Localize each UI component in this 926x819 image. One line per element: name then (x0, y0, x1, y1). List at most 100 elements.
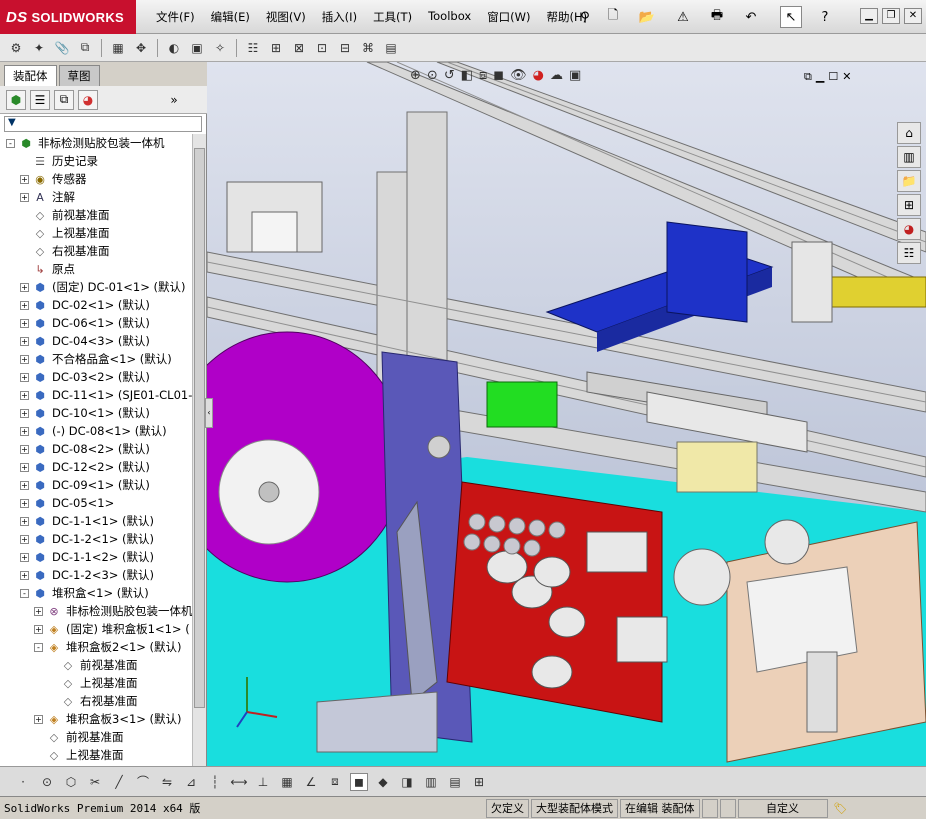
tree-expander-icon[interactable]: + (20, 408, 29, 418)
tree-expander-icon[interactable]: + (20, 318, 29, 328)
tree-item[interactable]: ◇ 上视基准面 (48, 674, 138, 692)
tree-item[interactable]: ◇ 前视基准面 (20, 206, 110, 224)
menu-file[interactable]: 文件(F) (148, 8, 203, 26)
smart-fasteners-icon[interactable]: ⧉ (75, 38, 95, 58)
section-view-icon[interactable]: ◧ (461, 68, 473, 83)
tree-item[interactable]: + ⬢ DC-11<1> (SJE01-CL01-1000 (20, 386, 192, 404)
offset-icon[interactable]: ⊿ (182, 773, 200, 791)
new-document-icon[interactable]: 🗋 (602, 6, 624, 28)
isometric-cube-icon[interactable]: ◼ (350, 772, 368, 791)
display-style-icon[interactable]: ◼ (493, 68, 504, 83)
tree-item[interactable]: + ⬢ DC-1-1<2> (默认) (20, 548, 154, 566)
tree-expander-icon[interactable]: - (20, 588, 29, 598)
tree-item[interactable]: + ⬢ DC-04<3> (默认) (20, 332, 150, 350)
pin-icon[interactable]: ⚲ (574, 6, 596, 28)
tree-expander-icon[interactable]: + (20, 444, 29, 454)
tree-expander-icon[interactable]: + (20, 552, 29, 562)
tree-item[interactable]: ↳ 原点 (20, 260, 75, 278)
tree-expander-icon[interactable]: + (20, 498, 29, 508)
angle-icon[interactable]: ∠ (302, 773, 320, 791)
tree-expander-icon[interactable]: + (20, 354, 29, 364)
tree-item[interactable]: + ◈ 堆积盒板3<1> (默认) (34, 710, 182, 728)
viewport-minimize-icon[interactable]: ▁ (816, 70, 824, 84)
tree-expander-icon[interactable]: + (34, 606, 43, 616)
mate-paperclip-icon[interactable]: 📎 (52, 38, 72, 58)
tree-item[interactable]: + ⬢ DC-1-1<1> (默认) (20, 512, 154, 530)
reference-geometry-icon[interactable]: ✧ (210, 38, 230, 58)
tree-item[interactable]: - ◈ 堆积盒板2<1> (默认) (34, 638, 182, 656)
tree-expander-icon[interactable]: + (20, 192, 29, 202)
rebuild-warning-icon[interactable]: ⚠ (672, 6, 694, 28)
new-part-icon[interactable]: ✦ (29, 38, 49, 58)
design-library-icon[interactable]: ▥ (897, 146, 921, 168)
menu-view[interactable]: 视图(V) (258, 8, 314, 26)
tree-expander-icon[interactable]: + (20, 336, 29, 346)
tree-item[interactable]: + ⬢ (-) DC-08<1> (默认) (20, 422, 167, 440)
appearances-icon[interactable]: ◕ (897, 218, 921, 240)
menu-insert[interactable]: 插入(I) (314, 8, 365, 26)
minimize-icon[interactable]: ▁ (860, 8, 878, 24)
help-icon[interactable]: ? (814, 6, 836, 28)
tree-expander-icon[interactable]: + (20, 390, 29, 400)
viewport-close-icon[interactable]: ✕ (842, 70, 851, 84)
insert-component-icon[interactable]: ⚙ (6, 38, 26, 58)
file-explorer-icon[interactable]: 📁 (897, 170, 921, 192)
tree-expander-icon[interactable]: + (20, 372, 29, 382)
tree-expander-icon[interactable]: + (20, 570, 29, 580)
tree-item[interactable]: + ⬢ DC-08<2> (默认) (20, 440, 150, 458)
relations-icon[interactable]: ⊥ (254, 773, 272, 791)
interference-detection-icon[interactable]: ⊠ (289, 38, 309, 58)
solidworks-logo[interactable]: DS SOLIDWORKS (0, 0, 136, 34)
bill-of-materials-icon[interactable]: ☷ (243, 38, 263, 58)
display-manager-icon[interactable]: ◕ (78, 89, 98, 110)
menu-toolbox[interactable]: Toolbox (420, 8, 479, 26)
apply-scene-icon[interactable]: ☁ (550, 68, 563, 83)
clearance-verification-icon[interactable]: ⊡ (312, 38, 332, 58)
tree-expander-icon[interactable]: + (20, 426, 29, 436)
edit-appearance-icon[interactable]: ◕ (533, 68, 544, 83)
tree-item[interactable]: + ⬢ DC-10<1> (默认) (20, 404, 150, 422)
tree-expander-icon[interactable]: + (34, 714, 43, 724)
tree-expander-icon[interactable]: + (20, 282, 29, 292)
tree-item[interactable]: + ◉ 传感器 (20, 170, 87, 188)
tree-expander-icon[interactable]: - (6, 138, 15, 148)
tree-expander-icon[interactable]: + (20, 462, 29, 472)
linear-pattern-icon[interactable]: ▦ (108, 38, 128, 58)
section-icon[interactable]: ◨ (398, 773, 416, 791)
tree-item[interactable]: + ⬢ DC-02<1> (默认) (20, 296, 150, 314)
dimension-icon[interactable]: ⟷ (230, 773, 248, 791)
assembly-features-icon[interactable]: ▣ (187, 38, 207, 58)
tree-item[interactable]: ◇ 上视基准面 (34, 746, 124, 764)
tree-item[interactable]: + ⬢ DC-05<1> (20, 494, 114, 512)
view-orientation-icon[interactable]: ⧈ (479, 68, 487, 83)
open-folder-icon[interactable]: 📂 (636, 6, 658, 28)
restore-icon[interactable]: ❐ (882, 8, 900, 24)
exploded-view-icon[interactable]: ⊞ (266, 38, 286, 58)
tree-expander-icon[interactable]: + (34, 624, 43, 634)
hide-show-items-icon[interactable]: 👁 (510, 68, 527, 83)
zoom-to-fit-icon[interactable]: ⊕ (410, 68, 421, 83)
tree-item[interactable]: ◇ 上视基准面 (20, 224, 110, 242)
mirror-icon[interactable]: ⇋ (158, 773, 176, 791)
move-component-icon[interactable]: ✥ (131, 38, 151, 58)
collapse-panel-handle[interactable]: ‹ (205, 398, 213, 428)
menu-tools[interactable]: 工具(T) (365, 8, 420, 26)
tile-horizontal-icon[interactable]: ▤ (446, 773, 464, 791)
tree-item[interactable]: ◇ 右视基准面 (20, 242, 110, 260)
tree-item[interactable]: + ⬢ DC-12<2> (默认) (20, 458, 150, 476)
construction-line-icon[interactable]: ┆ (206, 773, 224, 791)
configuration-manager-icon[interactable]: ⧉ (54, 89, 74, 110)
instant3d-icon[interactable]: ⌘ (358, 38, 378, 58)
display-pane-icon[interactable]: ▥ (422, 773, 440, 791)
select-pointer-icon[interactable]: ↖ (780, 6, 802, 28)
grid-toggle-icon[interactable]: ▤ (381, 38, 401, 58)
tree-item[interactable]: + ⬢ DC-1-2<3> (默认) (20, 566, 154, 584)
tab-sketch[interactable]: 草图 (58, 65, 100, 86)
tree-item[interactable]: + ⬢ DC-03<2> (默认) (20, 368, 150, 386)
viewport-maximize-icon[interactable]: ☐ (828, 70, 838, 84)
tree-item[interactable]: + ⬢ DC-09<1> (默认) (20, 476, 150, 494)
tree-item[interactable]: + ⬢ DC-1-2<1> (默认) (20, 530, 154, 548)
scrollbar-thumb[interactable] (194, 148, 205, 708)
menu-edit[interactable]: 编辑(E) (203, 8, 258, 26)
tree-item[interactable]: + A 注解 (20, 188, 75, 206)
